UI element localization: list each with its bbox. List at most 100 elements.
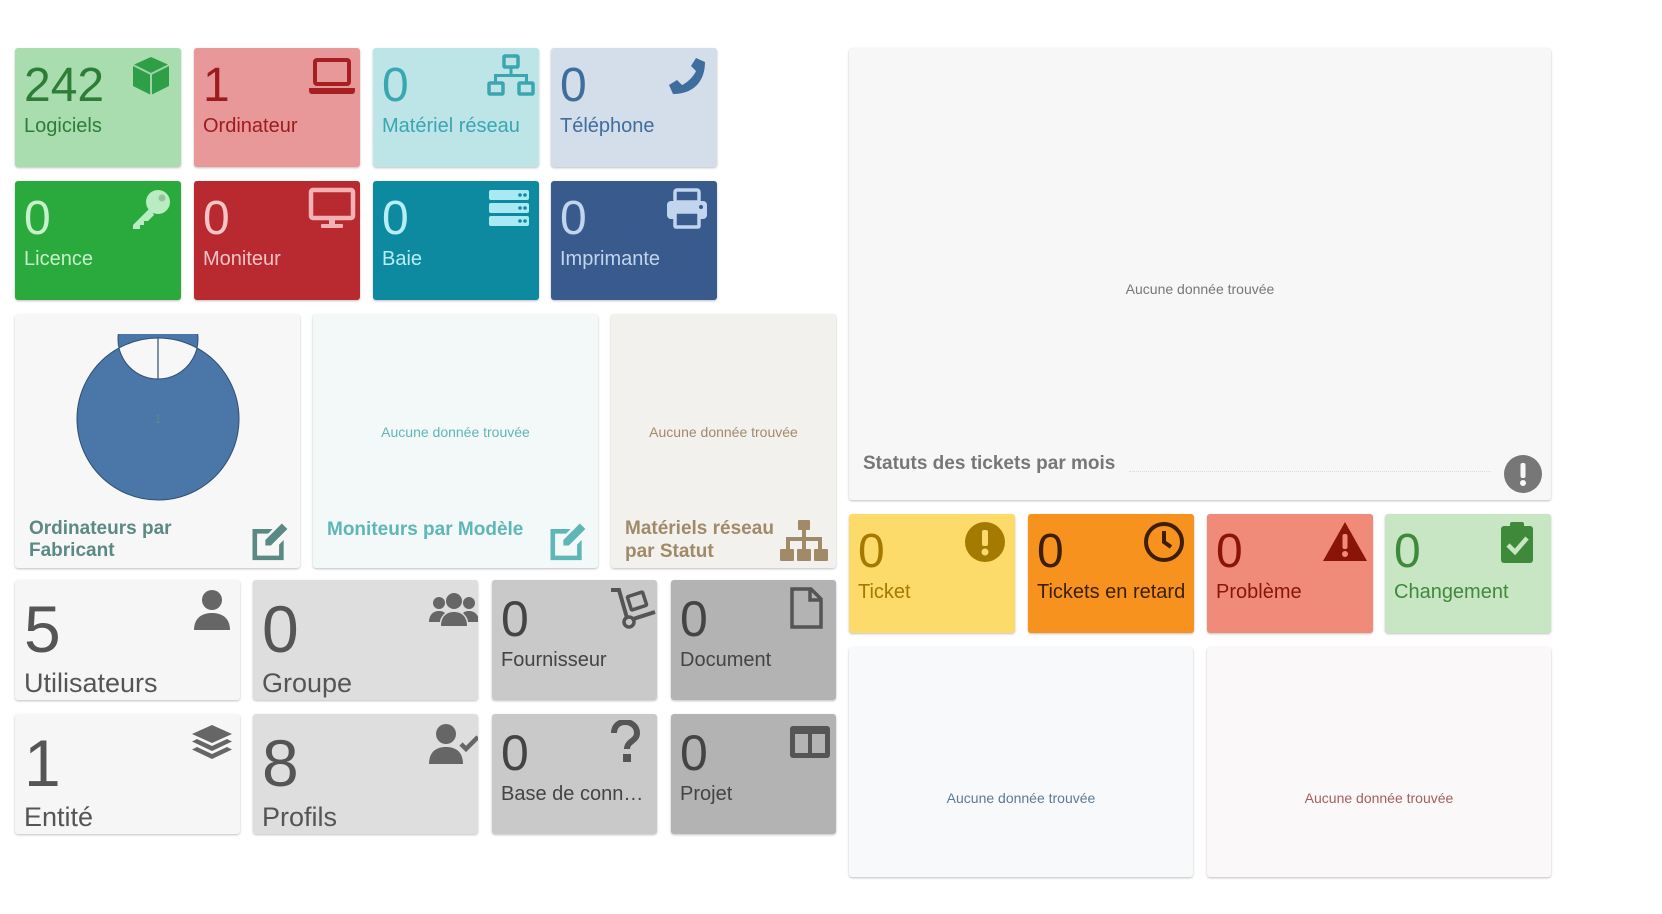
label: Fournisseur (501, 649, 607, 671)
asset-card-network[interactable]: 0 Matériel réseau (373, 48, 539, 167)
sitemap-icon (780, 520, 828, 562)
phone-icon (665, 54, 709, 98)
count: 0 (501, 725, 529, 781)
count: 0 (382, 59, 409, 112)
label: Document (680, 649, 772, 671)
chart-title: Moniteurs par Modèle (327, 519, 524, 540)
dolly-icon (609, 586, 656, 630)
stat-card-columns[interactable]: 0 Projet (671, 714, 836, 834)
layers-icon (190, 722, 232, 764)
chart-network-by-status: Aucune donnée trouvée Matériels réseau p… (611, 314, 836, 568)
assistance-card-clock[interactable]: 0 Tickets en retard (1028, 514, 1194, 633)
assistance-card-warning[interactable]: 0 Problème (1207, 514, 1373, 633)
count: 0 (560, 192, 587, 245)
chart-title-line1: Matériels réseau (625, 518, 774, 539)
stat-card-dolly[interactable]: 0 Fournisseur (492, 580, 657, 700)
label: Utilisateurs (24, 668, 158, 698)
label: Logiciels (24, 115, 102, 137)
asset-card-laptop[interactable]: 1 Ordinateur (194, 48, 360, 167)
exclamation-circle-icon (963, 520, 1007, 564)
no-data-message: Aucune donnée trouvée (649, 424, 798, 440)
chart-title-line2: par Statut (625, 541, 714, 562)
label: Licence (24, 248, 93, 270)
donut-center-label: 1 (155, 412, 162, 426)
asset-card-server[interactable]: 0 Baie (373, 181, 539, 300)
stat-card-users[interactable]: 0 Groupe (253, 580, 478, 700)
chart-bottom-right: Aucune donnée trouvée (1207, 647, 1551, 877)
asset-card-printer[interactable]: 0 Imprimante (551, 181, 717, 300)
clock-icon (1142, 520, 1186, 564)
chart-title: Ordinateurs par Fabricant (29, 518, 172, 561)
warning-icon (1321, 520, 1367, 564)
printer-icon (665, 187, 709, 231)
exclamation-circle-icon[interactable] (1504, 455, 1542, 493)
label: Base de conn… (501, 783, 644, 805)
no-data-message: Aucune donnée trouvée (946, 790, 1096, 806)
count: 0 (203, 192, 230, 245)
count: 0 (1037, 525, 1064, 578)
count: 0 (501, 591, 529, 647)
label: Imprimante (560, 248, 661, 270)
stat-card-user[interactable]: 5 Utilisateurs (15, 580, 240, 700)
label: Moniteur (203, 248, 281, 270)
count: 0 (24, 192, 51, 245)
asset-card-cube[interactable]: 242 Logiciels (15, 48, 181, 167)
stat-card-file[interactable]: 0 Document (671, 580, 836, 700)
label: Matériel réseau (382, 115, 520, 137)
count: 0 (262, 592, 299, 666)
chart-computers-by-manufacturer: 1 Ordinateurs par Fabricant (15, 314, 300, 568)
title-divider (1129, 471, 1491, 472)
assistance-card-clipboard-check[interactable]: 0 Changement (1385, 514, 1551, 633)
stat-card-layers[interactable]: 1 Entité (15, 714, 240, 834)
chart-tickets-by-month: Aucune donnée trouvée Statuts des ticket… (849, 48, 1551, 500)
count: 242 (24, 59, 105, 112)
label: Téléphone (560, 115, 655, 137)
count: 0 (1394, 525, 1421, 578)
users-icon (428, 588, 478, 630)
label: Profils (262, 802, 338, 832)
stat-card-user-check[interactable]: 8 Profils (253, 714, 478, 834)
server-icon (487, 187, 531, 231)
label: Baie (382, 248, 423, 270)
chart-monitors-by-model: Aucune donnée trouvée Moniteurs par Modè… (313, 314, 598, 568)
stat-card-question[interactable]: 0 Base de conn… (492, 714, 657, 834)
count: 0 (680, 725, 708, 781)
columns-icon (788, 720, 830, 764)
question-icon (609, 720, 649, 764)
count: 1 (203, 59, 230, 112)
count: 0 (680, 591, 708, 647)
cube-icon (129, 54, 173, 98)
clipboard-check-icon (1499, 520, 1543, 564)
count: 0 (382, 192, 409, 245)
donut-chart: 1 (76, 334, 240, 501)
label: Groupe (262, 668, 353, 698)
asset-card-key[interactable]: 0 Licence (15, 181, 181, 300)
network-icon (487, 54, 535, 98)
edit-icon[interactable] (246, 518, 292, 562)
no-data-message: Aucune donnée trouvée (1304, 790, 1454, 806)
user-check-icon (428, 722, 478, 764)
label: Tickets en retard (1037, 581, 1186, 603)
chart-bottom-left: Aucune donnée trouvée (849, 647, 1193, 877)
asset-card-phone[interactable]: 0 Téléphone (551, 48, 717, 167)
assistance-card-exclamation-circle[interactable]: 0 Ticket (849, 514, 1015, 633)
edit-icon[interactable] (544, 518, 590, 562)
key-icon (129, 187, 173, 231)
label: Ticket (858, 581, 911, 603)
file-icon (788, 586, 828, 630)
count: 0 (858, 525, 885, 578)
chart-title: Statuts des tickets par mois (863, 453, 1116, 474)
label: Changement (1394, 581, 1509, 603)
label: Problème (1216, 581, 1302, 603)
no-data-message: Aucune donnée trouvée (1125, 281, 1275, 297)
count: 0 (560, 59, 587, 112)
count: 5 (24, 592, 61, 666)
asset-card-monitor[interactable]: 0 Moniteur (194, 181, 360, 300)
monitor-icon (308, 187, 356, 231)
laptop-icon (308, 54, 355, 98)
label: Entité (24, 802, 94, 832)
count: 1 (24, 726, 61, 800)
count: 0 (1216, 525, 1243, 578)
label: Projet (680, 783, 733, 805)
user-icon (190, 588, 232, 630)
